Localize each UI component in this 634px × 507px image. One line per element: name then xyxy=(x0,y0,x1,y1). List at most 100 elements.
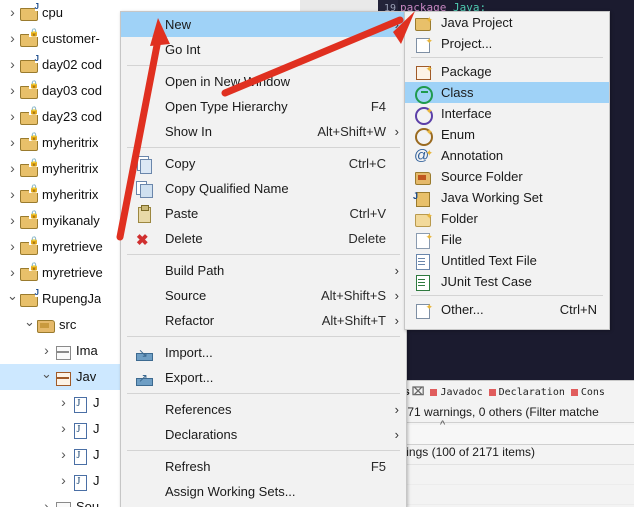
menu-item-label: Go Int xyxy=(165,42,201,57)
submenu-item[interactable]: Java Working Set xyxy=(405,186,609,208)
bottom-tab[interactable]: Declaration xyxy=(488,387,565,398)
chevron-right-icon[interactable] xyxy=(6,207,19,235)
submenu-item[interactable]: Class xyxy=(405,82,609,104)
bottom-tab[interactable]: Javadoc xyxy=(430,387,483,398)
menu-item[interactable]: Declarations › xyxy=(121,422,406,447)
menu-item-shortcut: Alt+Shift+S xyxy=(320,288,386,303)
chevron-right-icon[interactable] xyxy=(6,25,19,53)
chevron-down-icon[interactable] xyxy=(6,286,19,313)
menu-item[interactable]: Go Int xyxy=(121,37,406,62)
java-project-locked-icon xyxy=(19,237,39,257)
submenu-item[interactable]: Interface xyxy=(405,101,609,125)
java-file-icon xyxy=(70,445,90,465)
menu-item-label: Export... xyxy=(165,370,214,385)
problems-column-header-description[interactable]: iption xyxy=(378,425,634,445)
menu-item[interactable]: Refactor Alt+Shift+T › xyxy=(121,308,406,333)
submenu-item[interactable]: Package xyxy=(405,59,609,82)
menu-item[interactable]: Refresh F5 xyxy=(121,454,406,479)
submenu-item[interactable]: Enum xyxy=(405,122,609,146)
menu-item[interactable]: Import... xyxy=(121,340,406,366)
chevron-right-icon[interactable] xyxy=(57,441,70,469)
menu-item-label: References xyxy=(165,402,232,417)
menu-item[interactable]: Copy Qualified Name xyxy=(121,176,406,201)
tab-marker-icon xyxy=(430,388,438,396)
project-new-icon xyxy=(414,31,433,53)
menu-item-shortcut: Alt+Shift+W xyxy=(317,124,386,139)
menu-separator xyxy=(127,450,400,451)
bottom-tab-label: Declaration xyxy=(498,387,565,398)
menu-item-shortcut: Ctrl+C xyxy=(348,156,386,171)
menu-item[interactable]: Export... xyxy=(121,365,406,391)
submenu-item-label: Annotation xyxy=(441,148,504,163)
problems-warnings-row[interactable]: Warnings (100 of 2171 items) xyxy=(378,445,634,465)
menu-separator xyxy=(127,65,400,66)
chevron-right-icon[interactable] xyxy=(6,77,19,105)
chevron-down-icon[interactable] xyxy=(40,364,53,391)
menu-item-label: Copy xyxy=(165,156,196,171)
class-new-icon xyxy=(414,84,433,104)
submenu-item[interactable]: Source Folder xyxy=(405,166,609,187)
menu-separator xyxy=(127,254,400,255)
java-project-icon xyxy=(19,289,40,309)
bottom-tab-bar[interactable]: blems⌧JavadocDeclarationCons xyxy=(378,385,634,403)
menu-item[interactable]: Assign Working Sets... xyxy=(121,479,406,504)
menu-item[interactable]: Open in New Window xyxy=(121,69,406,94)
context-menu[interactable]: New › Go Int Open in New Window Open Type Hi… xyxy=(120,11,407,507)
submenu-arrow-icon: › xyxy=(394,263,399,278)
java-file-icon xyxy=(70,393,90,413)
java-project-locked-icon xyxy=(19,211,39,231)
submenu-item[interactable]: File xyxy=(405,227,609,250)
chevron-right-icon[interactable] xyxy=(6,259,19,287)
chevron-right-icon[interactable] xyxy=(6,155,19,183)
menu-item[interactable]: Show In Alt+Shift+W › xyxy=(121,119,406,144)
chevron-right-icon[interactable] xyxy=(57,389,70,417)
chevron-right-icon[interactable] xyxy=(6,51,19,79)
submenu-item-label: Source Folder xyxy=(441,169,523,184)
chevron-right-icon[interactable] xyxy=(6,181,19,209)
tab-close-icon[interactable]: ⌧ xyxy=(412,386,425,398)
interface-new-icon xyxy=(414,101,433,125)
submenu-arrow-icon: › xyxy=(394,427,399,442)
menu-item-shortcut: F5 xyxy=(370,459,386,474)
submenu-item[interactable]: Annotation xyxy=(405,143,609,166)
menu-separator xyxy=(127,393,400,394)
chevron-down-icon[interactable] xyxy=(23,312,36,339)
java-file-icon xyxy=(70,471,90,491)
chevron-right-icon[interactable] xyxy=(40,337,53,365)
menu-item[interactable]: Copy Ctrl+C xyxy=(121,151,406,176)
bottom-tab[interactable]: Cons xyxy=(570,387,605,398)
chevron-right-icon[interactable] xyxy=(6,0,19,27)
submenu-item-label: Class xyxy=(441,85,474,100)
menu-item[interactable]: Build Path › xyxy=(121,258,406,283)
submenu-item[interactable]: Project... xyxy=(405,31,609,54)
menu-item[interactable]: Open Type Hierarchy F4 xyxy=(121,94,406,119)
submenu-item[interactable]: Folder xyxy=(405,206,609,229)
java-project-icon xyxy=(19,3,40,23)
menu-item-shortcut: Alt+Shift+T xyxy=(321,313,386,328)
chevron-right-icon[interactable] xyxy=(57,467,70,495)
chevron-right-icon[interactable] xyxy=(6,233,19,261)
java-project-locked-icon xyxy=(19,159,39,179)
submenu-item[interactable]: Java Project xyxy=(405,10,609,33)
tab-marker-icon xyxy=(570,388,578,396)
submenu-item[interactable]: Untitled Text File xyxy=(405,250,609,271)
tree-item-label: cpu xyxy=(42,5,63,20)
chevron-right-icon[interactable] xyxy=(6,129,19,157)
menu-item[interactable]: Source Alt+Shift+S › xyxy=(121,283,406,308)
menu-item-label: Import... xyxy=(165,345,213,360)
menu-separator xyxy=(127,147,400,148)
menu-item[interactable]: References › xyxy=(121,397,406,422)
new-submenu[interactable]: Java Project Project... Package Class Interf… xyxy=(404,10,610,330)
problems-empty-row xyxy=(378,485,634,505)
menu-item[interactable]: New › xyxy=(121,12,406,37)
chevron-right-icon[interactable] xyxy=(40,493,53,507)
submenu-item[interactable]: Other... Ctrl+N xyxy=(405,297,609,320)
menu-item[interactable]: Paste Ctrl+V xyxy=(121,201,406,226)
chevron-right-icon[interactable] xyxy=(6,103,19,131)
menu-item[interactable]: Delete Delete xyxy=(121,226,406,253)
java-project-locked-icon xyxy=(19,133,39,153)
submenu-item-label: Folder xyxy=(441,211,478,226)
submenu-item[interactable]: JUnit Test Case xyxy=(405,271,609,292)
submenu-item-label: Enum xyxy=(441,127,475,142)
chevron-right-icon[interactable] xyxy=(57,415,70,443)
